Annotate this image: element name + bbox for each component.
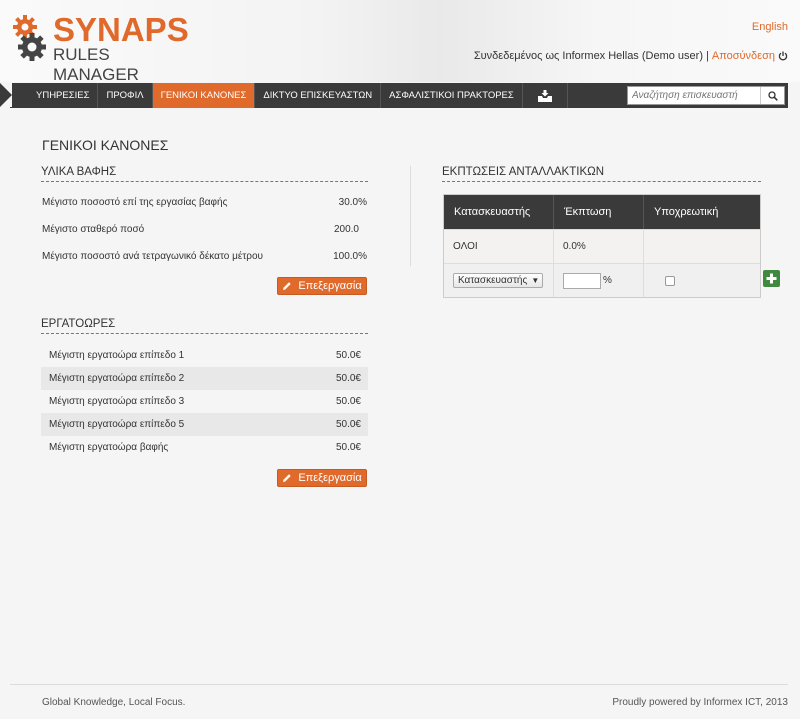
row-label: Μέγιστο ποσοστό επί της εργασίας βαφής [42, 197, 228, 208]
labor-row-1: Μέγιστη εργατοώρα επίπεδο 1 50.0€ [41, 344, 368, 367]
row-value: 50.0€ [335, 442, 361, 453]
labor-row-3: Μέγιστη εργατοώρα επίπεδο 3 50.0€ [41, 390, 368, 413]
column-header-discount: Έκπτωση [554, 195, 644, 229]
row-value: 200.0 [333, 224, 359, 235]
search-icon [767, 90, 778, 101]
gears-logo-icon [13, 15, 46, 61]
footer-credits: Proudly powered by Informex ICT, 2013 [612, 697, 788, 708]
row-value: 50.0€ [335, 373, 361, 384]
labor-hours-title: ΕΡΓΑΤΟΩΡΕΣ [41, 318, 368, 334]
nav-item-profile[interactable]: ΠΡΟΦΙΛ [98, 83, 153, 108]
row-value: 30.0% [338, 197, 367, 208]
nav-item-services[interactable]: ΥΠΗΡΕΣΙΕΣ [28, 83, 99, 108]
search-input[interactable] [628, 87, 760, 104]
table-row: ΟΛΟΙ 0.0% [444, 229, 760, 263]
edit-label: Επεξεργασία [298, 472, 362, 484]
row-label: Μέγιστη εργατοώρα επίπεδο 5 [49, 419, 185, 430]
manufacturer-select[interactable]: Κατασκευαστής ▼ [453, 273, 543, 288]
row-label: Μέγιστο ποσοστό ανά τετραγωνικό δέκατο μ… [42, 251, 263, 262]
inbox-download-icon [537, 89, 552, 102]
row-value: 50.0€ [335, 419, 361, 430]
paint-edit-button[interactable]: Επεξεργασία [277, 277, 367, 295]
user-status: Συνδεδεμένος ως Informex Hellas (Demo us… [474, 50, 788, 62]
new-discount-form-row: Κατασκευαστής ▼ % [444, 263, 760, 297]
edit-label: Επεξεργασία [298, 280, 362, 292]
paint-row-1: Μέγιστο ποσοστό επί της εργασίας βαφής 3… [42, 197, 367, 208]
dropdown-arrow-icon: ▼ [531, 276, 540, 285]
parts-discounts-title: ΕΚΠΤΩΣΕΙΣ ΑΝΤΑΛΛΑΚΤΙΚΩΝ [442, 166, 761, 182]
search-box [627, 86, 785, 105]
language-link[interactable]: English [752, 21, 788, 33]
table-header: Κατασκευαστής Έκπτωση Υποχρεωτική [444, 195, 760, 229]
column-header-mandatory: Υποχρεωτική [654, 206, 719, 218]
row-value: 50.0€ [335, 350, 361, 361]
cell-mandatory [644, 230, 760, 263]
power-icon[interactable] [778, 51, 788, 61]
cell-manufacturer: ΟΛΟΙ [444, 230, 554, 263]
labor-row-5: Μέγιστη εργατοώρα βαφής 50.0€ [41, 436, 368, 459]
pencil-icon [283, 474, 292, 482]
row-value: 50.0€ [335, 396, 361, 407]
labor-edit-button[interactable]: Επεξεργασία [277, 469, 367, 487]
mandatory-checkbox[interactable] [665, 275, 675, 286]
page-title: ΓΕΝΙΚΟΙ ΚΑΝΟΝΕΣ [42, 137, 169, 153]
percent-suffix: % [603, 275, 612, 286]
logout-link[interactable]: Αποσύνδεση [712, 50, 775, 62]
paint-materials-title: ΥΛΙΚΑ ΒΑΦΗΣ [41, 166, 368, 182]
brand-subtitle: RULES MANAGER [53, 45, 139, 84]
pencil-icon [283, 282, 292, 290]
discount-input[interactable] [563, 272, 601, 289]
logo[interactable]: SYNAPS RULES MANAGER [13, 13, 189, 84]
row-label: Μέγιστη εργατοώρα επίπεδο 3 [49, 396, 185, 407]
main-navbar: ΥΠΗΡΕΣΙΕΣ ΠΡΟΦΙΛ ΓΕΝΙΚΟΙ ΚΑΝΟΝΕΣ ΔΙΚΤΥΟ … [0, 83, 788, 108]
logged-in-text: Συνδεδεμένος ως Informex Hellas (Demo us… [473, 50, 703, 62]
nav-item-insurance-agents[interactable]: ΑΣΦΑΛΙΣΤΙΚΟΙ ΠΡΑΚΤΟΡΕΣ [381, 83, 523, 108]
footer-tagline: Global Knowledge, Local Focus. [42, 697, 186, 708]
separator: | [706, 50, 709, 62]
cell-discount: 0.0% [554, 230, 644, 263]
discounts-table: Κατασκευαστής Έκπτωση Υποχρεωτική ΟΛΟΙ 0… [443, 194, 761, 298]
nav-item-general-rules[interactable]: ΓΕΝΙΚΟΙ ΚΑΝΟΝΕΣ [152, 83, 256, 108]
brand-name: SYNAPS [53, 11, 189, 48]
plus-icon [766, 273, 777, 284]
paint-row-3: Μέγιστο ποσοστό ανά τετραγωνικό δέκατο μ… [42, 251, 367, 262]
select-value: Κατασκευαστής [458, 275, 528, 286]
row-value: 100.0% [333, 251, 367, 262]
row-label: Μέγιστο σταθερό ποσό [42, 224, 145, 235]
row-label: Μέγιστη εργατοώρα επίπεδο 1 [49, 350, 185, 361]
column-header-manufacturer: Κατασκευαστής [444, 195, 554, 229]
column-divider [410, 166, 411, 266]
nav-inbox-button[interactable] [523, 83, 568, 108]
labor-row-4: Μέγιστη εργατοώρα επίπεδο 5 50.0€ [41, 413, 368, 436]
add-discount-button[interactable] [763, 270, 780, 287]
footer-divider [10, 684, 788, 685]
row-label: Μέγιστη εργατοώρα βαφής [49, 442, 169, 453]
labor-row-2: Μέγιστη εργατοώρα επίπεδο 2 50.0€ [41, 367, 368, 390]
nav-item-repairer-network[interactable]: ΔΙΚΤΥΟ ΕΠΙΣΚΕΥΑΣΤΩΝ [255, 83, 382, 108]
navbar-arrow-decoration [0, 83, 12, 107]
row-label: Μέγιστη εργατοώρα επίπεδο 2 [49, 373, 185, 384]
paint-row-2: Μέγιστο σταθερό ποσό 200.0 [42, 224, 359, 235]
search-button[interactable] [760, 87, 784, 104]
